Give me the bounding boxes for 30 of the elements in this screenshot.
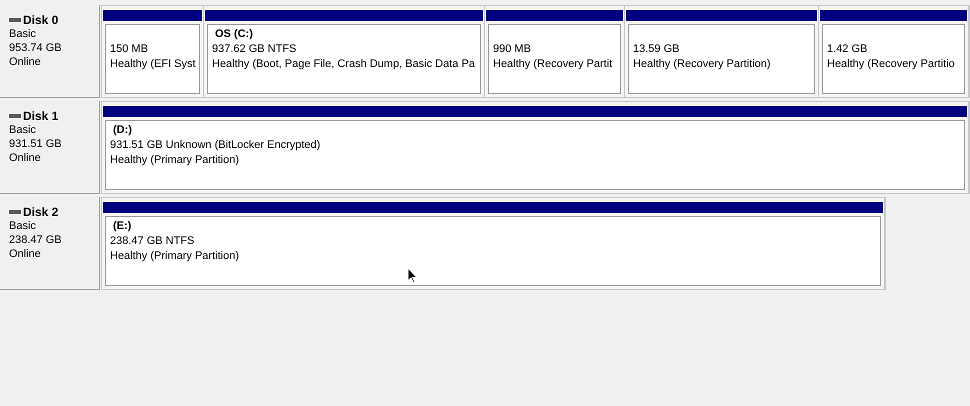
partition-status: Healthy (EFI Syst [110,57,195,72]
disk-size: 953.74 GB [9,41,63,55]
partition-size: 1.42 GB [827,42,868,57]
cursor-icon [407,267,418,284]
volume-label: (E:) [112,219,132,234]
partition-status: Healthy (Recovery Partition) [633,57,772,72]
partition-size: 937.62 GB NTFS [212,42,298,57]
partition-size: 13.59 GB [633,42,680,57]
partition-status: Healthy (Recovery Partitio [827,57,956,72]
disk-size: 931.51 GB [9,137,63,151]
partition-size: 238.47 GB NTFS [110,234,196,249]
disk-status: Online [9,151,42,165]
disk-status: Online [9,247,42,261]
partition-size: 990 MB [493,42,532,57]
disk-name: Disk 1 [23,109,58,123]
disk-size: 238.47 GB [9,233,63,247]
disk-type: Basic [9,27,37,41]
disk-name: Disk 2 [23,205,58,219]
disk-status: Online [9,55,42,69]
volume-label: OS (C:) [214,27,254,42]
partition-status: Healthy (Primary Partition) [110,249,240,264]
partition-size: 150 MB [110,42,149,57]
disk-name: Disk 0 [23,13,58,27]
disk-type: Basic [9,123,37,137]
partition-status: Healthy (Recovery Partit [493,57,614,72]
volume-label: (D:) [112,123,133,138]
disk-type: Basic [9,219,37,233]
partition-size: 931.51 GB Unknown (BitLocker Encrypted) [110,138,322,153]
partition-status: Healthy (Boot, Page File, Crash Dump, Basic Data Pa [212,57,476,72]
partition-status: Healthy (Primary Partition) [110,153,240,168]
